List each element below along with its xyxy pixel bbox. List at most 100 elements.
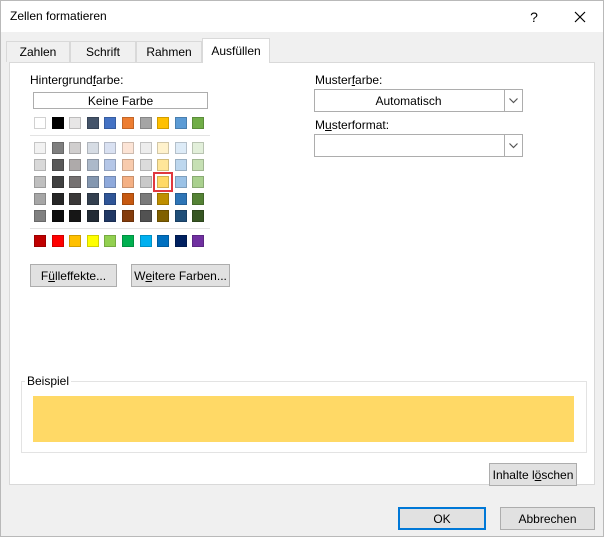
theme-shade-swatch[interactable]	[174, 142, 187, 154]
dialog-title: Zellen formatieren	[10, 9, 107, 23]
theme-shade-swatch[interactable]	[192, 193, 205, 205]
theme-shade-swatch[interactable]	[174, 159, 187, 171]
theme-shade-swatch[interactable]	[192, 210, 205, 222]
theme-shade-swatch[interactable]	[157, 159, 170, 171]
standard-color-swatch[interactable]	[34, 235, 46, 247]
theme-shade-swatch[interactable]	[69, 193, 82, 205]
background-color-label: Hintergrundfarbe:	[30, 73, 124, 87]
theme-shade-swatch[interactable]	[122, 159, 134, 171]
theme-shade-swatch[interactable]	[192, 142, 205, 154]
pattern-color-dropdown[interactable]: Automatisch	[314, 89, 523, 112]
theme-shade-swatch[interactable]	[157, 142, 170, 154]
standard-color-swatch[interactable]	[157, 235, 170, 247]
close-icon	[574, 11, 586, 22]
chevron-down-icon[interactable]	[504, 135, 522, 156]
theme-shade-swatch[interactable]	[139, 142, 152, 154]
tab-zahlen[interactable]: Zahlen	[6, 41, 70, 62]
theme-color-swatch[interactable]	[192, 117, 205, 129]
chevron-down-icon[interactable]	[504, 90, 522, 111]
theme-shade-swatch[interactable]	[69, 142, 82, 154]
theme-shade-swatch[interactable]	[139, 159, 152, 171]
theme-shade-swatch[interactable]	[34, 176, 46, 188]
theme-shade-swatch[interactable]	[122, 176, 134, 188]
palette-divider	[30, 135, 210, 136]
format-cells-dialog: Zellen formatieren ? Zahlen Schrift Rahm…	[0, 0, 604, 537]
fill-effects-button[interactable]: Fü lleffekte...	[30, 264, 117, 287]
theme-shade-swatch[interactable]	[69, 210, 82, 222]
standard-color-swatch[interactable]	[122, 235, 134, 247]
theme-shade-swatch[interactable]	[86, 193, 99, 205]
theme-shade-swatch[interactable]	[174, 210, 187, 222]
theme-shade-swatch[interactable]	[51, 142, 64, 154]
theme-shade-swatch[interactable]	[104, 193, 117, 205]
selected-color-frame	[153, 172, 174, 192]
theme-shade-swatch[interactable]	[34, 142, 46, 154]
no-color-button[interactable]: Keine Farbe	[33, 92, 208, 109]
pattern-format-dropdown[interactable]	[314, 134, 523, 157]
theme-shade-swatch[interactable]	[86, 176, 99, 188]
theme-color-swatch[interactable]	[69, 117, 82, 129]
close-button[interactable]	[557, 1, 603, 32]
pattern-format-value	[315, 135, 502, 156]
theme-shade-swatch[interactable]	[104, 142, 117, 154]
tab-rahmen[interactable]: Rahmen	[136, 41, 202, 62]
ok-button[interactable]: OK	[398, 507, 486, 530]
theme-color-swatch[interactable]	[51, 117, 64, 129]
theme-color-swatch[interactable]	[174, 117, 187, 129]
theme-shade-swatch[interactable]	[51, 176, 64, 188]
theme-shade-swatch[interactable]	[86, 159, 99, 171]
fill-panel: Hintergrundfarbe: Keine Farbe Fü lleffekt…	[9, 62, 595, 485]
tab-strip: Zahlen Schrift Rahmen Ausfüllen	[1, 32, 603, 63]
theme-color-swatch[interactable]	[104, 117, 117, 129]
theme-color-swatch[interactable]	[157, 117, 170, 129]
theme-color-swatch[interactable]	[86, 117, 99, 129]
theme-shade-swatch[interactable]	[51, 193, 64, 205]
theme-shade-swatch[interactable]	[86, 210, 99, 222]
theme-shade-swatch[interactable]	[34, 159, 46, 171]
theme-shade-swatch[interactable]	[104, 210, 117, 222]
theme-shade-swatch[interactable]	[122, 193, 134, 205]
theme-shade-swatch[interactable]	[157, 210, 170, 222]
theme-color-swatch[interactable]	[122, 117, 134, 129]
pattern-color-label: Musterfarbe:	[315, 73, 383, 87]
theme-shade-swatch[interactable]	[34, 193, 46, 205]
sample-preview	[33, 396, 574, 442]
more-colors-button[interactable]: We itere Farben...	[131, 264, 230, 287]
standard-color-swatch[interactable]	[104, 235, 117, 247]
theme-shade-swatch[interactable]	[157, 193, 170, 205]
theme-shade-swatch[interactable]	[51, 210, 64, 222]
theme-shade-swatch[interactable]	[69, 176, 82, 188]
tab-schrift[interactable]: Schrift	[70, 41, 136, 62]
pattern-format-label: Musterformat:	[315, 118, 390, 132]
theme-color-swatch[interactable]	[34, 117, 46, 129]
theme-shade-swatch[interactable]	[174, 176, 187, 188]
theme-shade-swatch[interactable]	[51, 159, 64, 171]
theme-shade-swatch[interactable]	[122, 142, 134, 154]
tab-ausfuellen[interactable]: Ausfüllen	[202, 38, 270, 63]
theme-shade-swatch[interactable]	[192, 159, 205, 171]
theme-shade-swatch[interactable]	[192, 176, 205, 188]
theme-shade-swatch[interactable]	[174, 193, 187, 205]
standard-color-swatch[interactable]	[51, 235, 64, 247]
sample-label: Beispiel	[25, 374, 72, 388]
theme-color-swatch[interactable]	[139, 117, 152, 129]
clear-contents-button[interactable]: Inhalte l ö schen	[489, 463, 577, 486]
theme-shade-swatch[interactable]	[69, 159, 82, 171]
theme-shade-swatch[interactable]	[122, 210, 134, 222]
theme-shade-swatch[interactable]	[139, 193, 152, 205]
standard-color-swatch[interactable]	[174, 235, 187, 247]
title-bar: Zellen formatieren ?	[1, 1, 603, 32]
theme-shade-swatch[interactable]	[104, 159, 117, 171]
standard-color-swatch[interactable]	[139, 235, 152, 247]
standard-color-swatch[interactable]	[69, 235, 82, 247]
standard-color-swatch[interactable]	[86, 235, 99, 247]
theme-shade-swatch[interactable]	[139, 210, 152, 222]
theme-shade-swatch[interactable]	[86, 142, 99, 154]
pattern-color-value: Automatisch	[375, 93, 442, 108]
theme-shade-swatch[interactable]	[34, 210, 46, 222]
standard-color-swatch[interactable]	[192, 235, 205, 247]
theme-shade-swatch[interactable]	[139, 176, 152, 188]
help-button[interactable]: ?	[511, 1, 557, 32]
cancel-button[interactable]: Abbrechen	[500, 507, 595, 530]
theme-shade-swatch[interactable]	[104, 176, 117, 188]
